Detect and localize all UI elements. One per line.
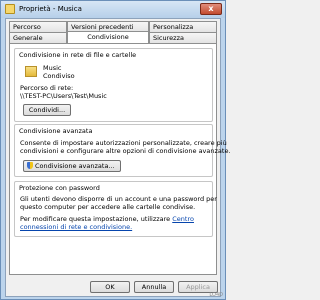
window-title: Proprietà - Musica — [19, 5, 82, 13]
cancel-button[interactable]: Annulla — [134, 281, 174, 293]
network-sharing-title: Condivisione in rete di file e cartelle — [19, 51, 137, 59]
tab-condivisione[interactable]: Condivisione — [67, 31, 149, 43]
password-protection-group: Protezione con password Gli utenti devon… — [14, 181, 217, 237]
password-desc-3: Per modificare questa impostazione, util… — [20, 215, 194, 223]
password-protection-title: Protezione con password — [19, 184, 100, 192]
network-center-link[interactable]: Centro — [172, 215, 194, 223]
uac-shield-icon — [27, 162, 33, 169]
password-desc-1: Gli utenti devono disporre di un account… — [20, 195, 217, 203]
share-button[interactable]: Condividi... — [23, 104, 71, 116]
advanced-sharing-button-label: Condivisione avanzata... — [35, 162, 115, 170]
password-change-text: Per modificare questa impostazione, util… — [20, 215, 171, 223]
tab-percorso[interactable]: Percorso — [9, 21, 67, 32]
sharing-panel: Condivisione in rete di file e cartelle … — [9, 43, 231, 275]
network-path-value: \\TEST-PC\Users\Test\Music — [20, 92, 107, 100]
shared-item-name: Music — [43, 64, 62, 72]
shared-item-status: Condiviso — [43, 72, 75, 80]
advanced-sharing-group: Condivisione avanzata Consente di impost… — [14, 124, 231, 177]
network-center-link-cont[interactable]: connessioni di rete e condivisione. — [20, 223, 132, 231]
ok-button[interactable]: OK — [90, 281, 130, 293]
close-button[interactable]: x — [200, 3, 222, 15]
advanced-sharing-title: Condivisione avanzata — [19, 127, 93, 135]
shared-folder-icon — [25, 66, 37, 77]
advanced-sharing-desc-2: condivisioni e configurare altre opzioni… — [20, 147, 231, 155]
password-desc-2: questo computer per accedere alle cartel… — [20, 203, 196, 211]
folder-icon — [5, 4, 15, 14]
watermark: LO4D — [209, 292, 223, 298]
properties-window: Proprietà - Musica x Percorso Versioni p… — [0, 0, 231, 300]
tab-sicurezza[interactable]: Sicurezza — [149, 32, 217, 43]
network-sharing-group: Condivisione in rete di file e cartelle … — [14, 48, 213, 122]
dialog-body: Percorso Versioni precedenti Personalizz… — [5, 18, 231, 297]
tab-personalizza[interactable]: Personalizza — [149, 21, 217, 32]
network-path-label: Percorso di rete: — [20, 84, 74, 92]
advanced-sharing-desc-1: Consente di impostare autorizzazioni per… — [20, 139, 227, 147]
advanced-sharing-button[interactable]: Condivisione avanzata... — [23, 160, 121, 172]
title-bar[interactable]: Proprietà - Musica x — [1, 1, 225, 18]
tab-generale[interactable]: Generale — [9, 32, 67, 43]
